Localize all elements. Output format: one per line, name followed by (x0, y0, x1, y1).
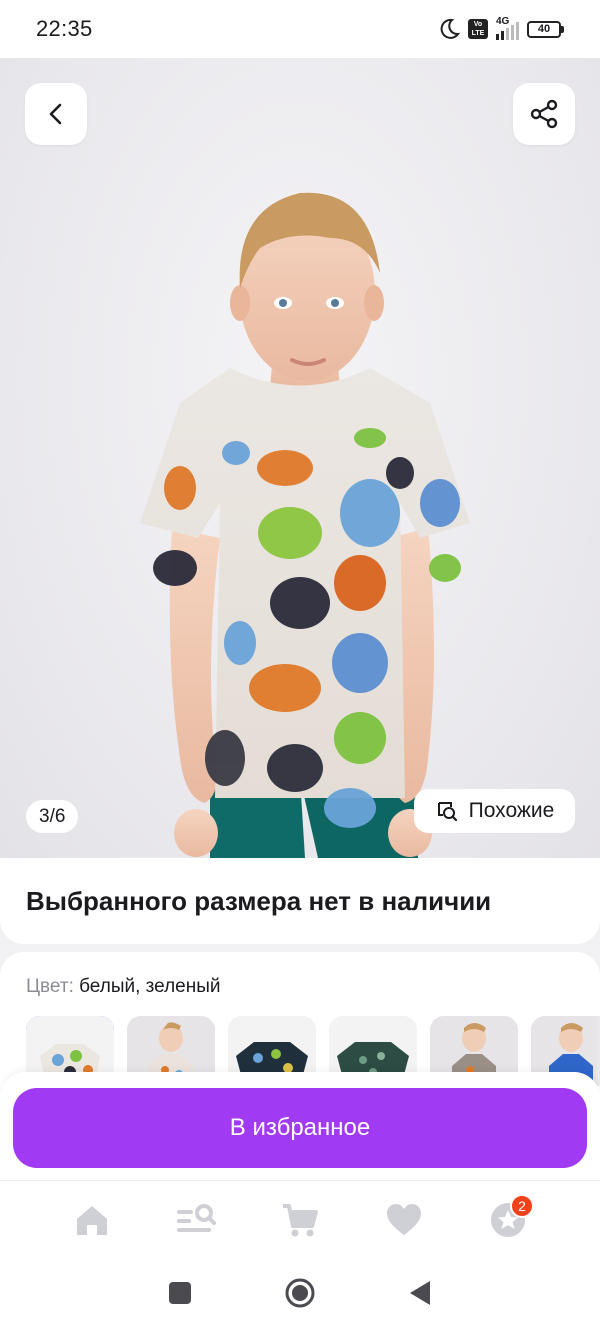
availability-card: Выбранного размера нет в наличии (0, 858, 600, 944)
color-label: Цвет: (26, 976, 74, 997)
share-button[interactable] (513, 83, 575, 145)
share-icon (530, 99, 558, 129)
network-type-label: 4G (496, 16, 510, 27)
similar-search-icon (437, 802, 457, 822)
nav-favorites[interactable] (378, 1194, 430, 1246)
home-system-button[interactable] (284, 1277, 316, 1314)
add-to-favorites-button[interactable]: В избранное (13, 1088, 587, 1168)
similar-label: Похожие (468, 799, 555, 822)
status-time: 22:35 (36, 16, 93, 41)
status-bar: 22:35 Vo LTE 4G 40 (0, 0, 600, 58)
volte-icon: Vo LTE (468, 19, 488, 39)
battery-icon: 40 (527, 20, 564, 38)
nav-cart[interactable] (274, 1194, 326, 1246)
home-icon (77, 1205, 107, 1235)
bottom-navigation: 2 (0, 1180, 600, 1258)
battery-level: 40 (537, 23, 551, 35)
availability-title: Выбранного размера нет в наличии (26, 886, 492, 916)
image-counter: 3/6 (26, 800, 79, 833)
recent-apps-button[interactable] (168, 1281, 192, 1310)
similar-button[interactable]: Похожие (414, 789, 575, 833)
product-image-gallery[interactable]: 3/6 Похожие (0, 58, 600, 858)
system-navigation (0, 1258, 600, 1332)
product-photo (140, 192, 470, 858)
back-button[interactable] (25, 83, 87, 145)
chevron-left-icon (49, 103, 62, 125)
do-not-disturb-moon-icon (440, 18, 460, 39)
square-icon (169, 1281, 191, 1304)
status-icons: Vo LTE 4G 40 (438, 16, 564, 40)
cta-bar: В избранное (0, 1072, 600, 1180)
cart-icon (283, 1203, 318, 1236)
nav-profile[interactable]: 2 (482, 1193, 534, 1246)
circle-home-icon (285, 1278, 315, 1307)
heart-icon (387, 1203, 421, 1235)
back-system-button[interactable] (408, 1280, 432, 1311)
triangle-back-icon (410, 1280, 430, 1305)
color-value: белый, зеленый (79, 976, 221, 997)
notification-badge: 2 (510, 1193, 534, 1218)
color-line: Цвет: белый, зеленый (26, 976, 574, 998)
product-screen: 22:35 Vo LTE 4G 40 3/6 Похожие Выбранног… (0, 0, 600, 1332)
catalog-search-icon (177, 1203, 216, 1232)
signal-icon: 4G (496, 16, 519, 40)
nav-catalog[interactable] (170, 1194, 222, 1246)
nav-home[interactable] (66, 1194, 118, 1246)
